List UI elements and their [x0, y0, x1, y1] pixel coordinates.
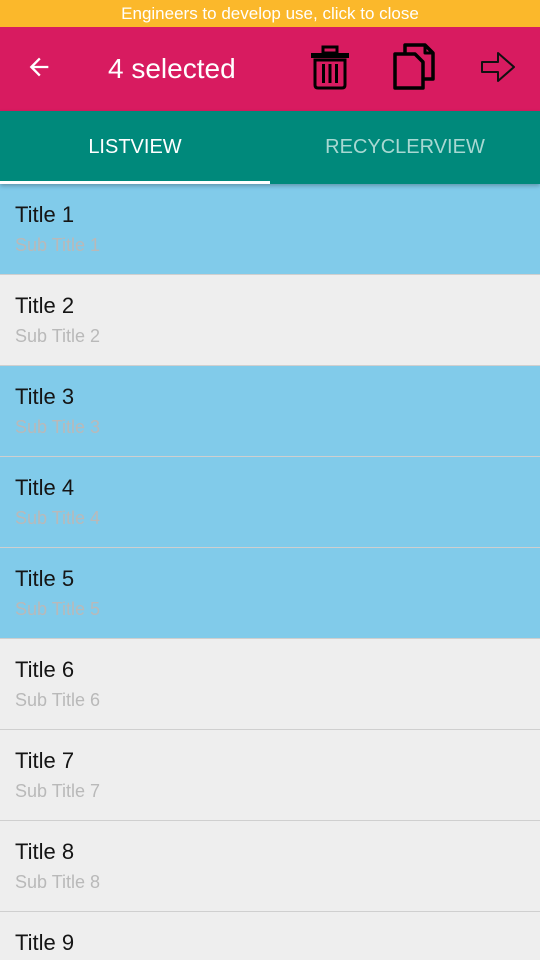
dev-banner[interactable]: Engineers to develop use, click to close [0, 0, 540, 27]
list-item-title: Title 3 [15, 384, 75, 409]
list-item-title: Title 9 [15, 930, 75, 955]
list-item-title: Title 7 [15, 748, 75, 773]
share-arrow-icon [479, 50, 517, 89]
list-item-title: Title 8 [15, 839, 75, 864]
list-item[interactable]: Title 5 Sub Title 5 [0, 548, 540, 639]
tab-indicator [0, 181, 270, 184]
list-item-subtitle: Sub Title 6 [15, 690, 101, 710]
list-item-subtitle: Sub Title 4 [15, 508, 101, 528]
copy-icon [391, 42, 437, 97]
list-item[interactable]: Title 4 Sub Title 4 [0, 457, 540, 548]
selection-count-title: 4 selected [108, 53, 236, 84]
item-list[interactable]: Title 1 Sub Title 1 Title 2 Sub Title 2 … [0, 184, 540, 960]
tab-bar: LISTVIEW RECYCLERVIEW [0, 111, 540, 184]
list-item-title: Title 2 [15, 293, 75, 318]
list-item-title: Title 6 [15, 657, 75, 682]
share-button[interactable] [470, 41, 526, 97]
tab-recyclerview[interactable]: RECYCLERVIEW [270, 111, 540, 184]
list-item[interactable]: Title 6 Sub Title 6 [0, 639, 540, 730]
tab-listview-label: LISTVIEW [88, 136, 182, 158]
list-item-subtitle: Sub Title 2 [15, 326, 101, 346]
arrow-back-icon [25, 53, 53, 86]
action-bar: 4 selected [0, 27, 540, 111]
trash-icon [308, 44, 352, 95]
list-item[interactable]: Title 7 Sub Title 7 [0, 730, 540, 821]
back-button[interactable] [14, 44, 64, 94]
list-item-title: Title 1 [15, 202, 75, 227]
tab-listview[interactable]: LISTVIEW [0, 111, 270, 184]
tab-recyclerview-label: RECYCLERVIEW [325, 136, 485, 158]
list-item-subtitle: Sub Title 5 [15, 599, 101, 619]
list-item[interactable]: Title 1 Sub Title 1 [0, 184, 540, 275]
delete-button[interactable] [302, 41, 358, 97]
list-item-title: Title 5 [15, 566, 75, 591]
list-item[interactable]: Title 8 Sub Title 8 [0, 821, 540, 912]
list-item-subtitle: Sub Title 1 [15, 235, 101, 255]
list-item[interactable]: Title 9 [0, 912, 540, 960]
list-item[interactable]: Title 2 Sub Title 2 [0, 275, 540, 366]
copy-button[interactable] [386, 41, 442, 97]
dev-banner-text: Engineers to develop use, click to close [121, 3, 419, 23]
list-item-title: Title 4 [15, 475, 75, 500]
list-item-subtitle: Sub Title 8 [15, 872, 101, 892]
list-item[interactable]: Title 3 Sub Title 3 [0, 366, 540, 457]
list-item-subtitle: Sub Title 7 [15, 781, 101, 801]
list-item-subtitle: Sub Title 3 [15, 417, 101, 437]
